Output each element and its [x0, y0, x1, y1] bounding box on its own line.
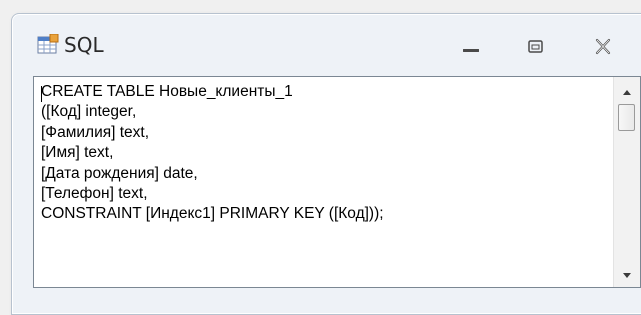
close-icon[interactable] [589, 36, 617, 58]
sql-text[interactable]: CREATE TABLE Новые_клиенты_1 ([Код] integ… [41, 82, 605, 225]
sql-editor[interactable]: CREATE TABLE Новые_клиенты_1 ([Код] integ… [33, 76, 641, 288]
scroll-up-arrow-icon[interactable] [614, 83, 640, 103]
minimize-icon[interactable] [457, 36, 485, 58]
vertical-scrollbar[interactable] [613, 77, 640, 287]
sql-line: [Имя] text, [41, 144, 114, 162]
datasheet-sql-icon [37, 34, 59, 54]
scrollbar-thumb[interactable] [618, 104, 635, 131]
scroll-down-arrow-icon[interactable] [614, 265, 640, 285]
window-title: SQL [64, 33, 104, 57]
sql-line: [Дата рождения] date, [41, 164, 198, 182]
sql-line: CREATE TABLE Новые_клиенты_1 [41, 83, 293, 100]
sql-line: [Фамилия] text, [41, 123, 150, 141]
maximize-icon[interactable] [522, 36, 550, 58]
sql-line: CONSTRAINT [Индекс1] PRIMARY KEY ([Код])… [41, 205, 384, 223]
sql-window: SQL CREATE TABLE Новые_клиенты_1 ([Код] i… [11, 13, 641, 315]
sql-line: [Телефон] text, [41, 185, 148, 203]
title-bar[interactable]: SQL [12, 14, 641, 76]
sql-line: ([Код] integer, [41, 103, 137, 121]
